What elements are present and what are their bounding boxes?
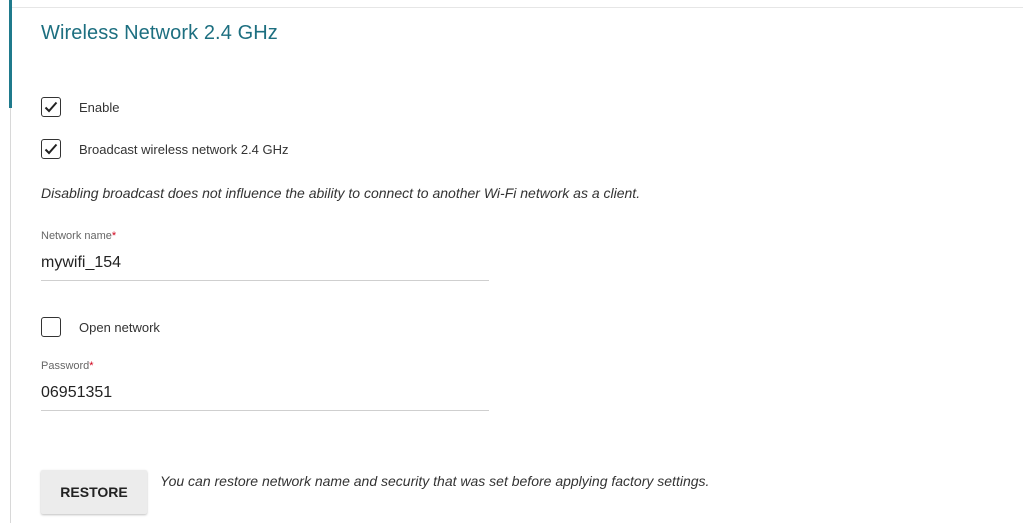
open-network-checkbox[interactable] bbox=[41, 317, 61, 337]
checkmark-icon bbox=[44, 143, 58, 155]
network-name-label: Network name* bbox=[41, 230, 117, 242]
section-accent-bar bbox=[9, 0, 12, 108]
network-name-field: Network name* bbox=[41, 230, 489, 281]
broadcast-label: Broadcast wireless network 2.4 GHz bbox=[79, 141, 289, 157]
password-input[interactable] bbox=[41, 384, 489, 411]
password-field: Password* bbox=[41, 360, 489, 411]
enable-label: Enable bbox=[79, 99, 120, 115]
restore-button[interactable]: RESTORE bbox=[41, 470, 147, 514]
wireless-settings-panel: Wireless Network 2.4 GHz Enable Broadcas… bbox=[0, 0, 1023, 523]
restore-note: You can restore network name and securit… bbox=[160, 473, 710, 489]
broadcast-checkbox[interactable] bbox=[41, 139, 61, 159]
broadcast-note: Disabling broadcast does not influence t… bbox=[41, 185, 641, 201]
checkmark-icon bbox=[44, 101, 58, 113]
enable-checkbox[interactable] bbox=[41, 97, 61, 117]
password-label: Password* bbox=[41, 360, 94, 372]
required-mark: * bbox=[111, 230, 117, 242]
broadcast-checkbox-row[interactable]: Broadcast wireless network 2.4 GHz bbox=[41, 139, 289, 159]
enable-checkbox-row[interactable]: Enable bbox=[41, 97, 119, 117]
network-name-input[interactable] bbox=[41, 254, 489, 281]
open-network-checkbox-row[interactable]: Open network bbox=[41, 317, 160, 337]
section-title: Wireless Network 2.4 GHz bbox=[41, 22, 278, 44]
panel-top-divider bbox=[10, 7, 1023, 8]
required-mark: * bbox=[89, 360, 94, 372]
open-network-label: Open network bbox=[79, 319, 160, 335]
